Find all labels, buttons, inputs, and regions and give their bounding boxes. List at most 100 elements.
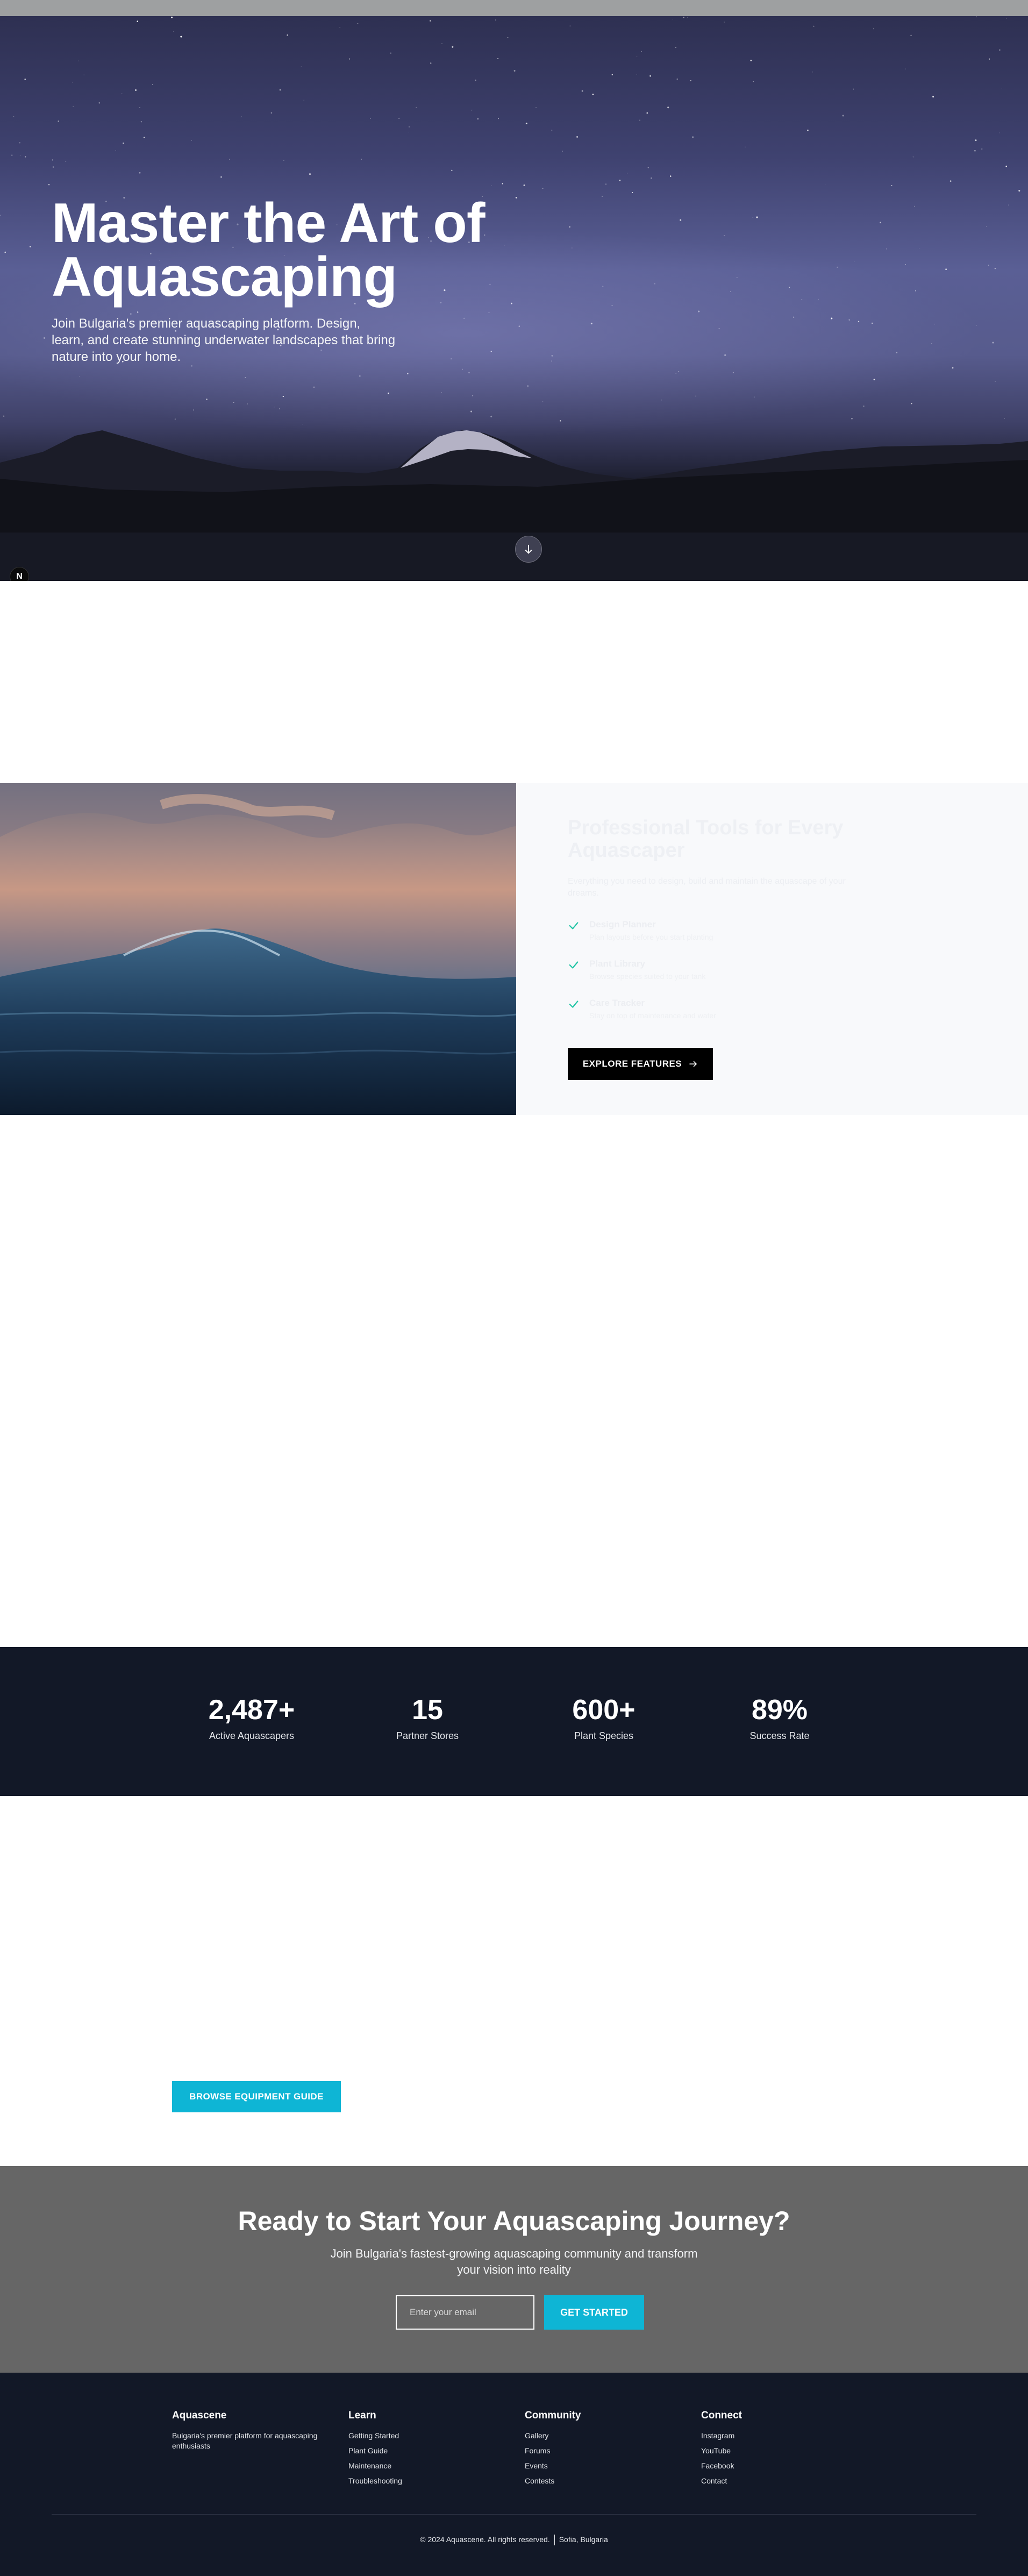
hero-title-line-1: Master the Art of [52, 192, 485, 254]
stat-value: 600+ [572, 1694, 636, 1726]
star [690, 80, 691, 82]
stat-active-aquascapers: 2,487+ Active Aquascapers [182, 1694, 322, 1743]
star [475, 80, 476, 81]
footer-divider [52, 2514, 976, 2515]
star [24, 79, 26, 80]
hero-title-line-2: Aquascaping [52, 246, 397, 308]
stat-partner-stores: 15 Partner Stores [358, 1694, 497, 1743]
star [0, 215, 1, 216]
star [513, 70, 516, 72]
browse-equipment-guide-button[interactable]: BROWSE EQUIPMENT GUIDE [172, 2081, 341, 2112]
features-panel: Professional Tools for Every Aquascaper … [516, 783, 1028, 1115]
footer-link[interactable]: Instagram [701, 2431, 862, 2441]
feature-item: Care Tracker Stay on top of maintenance … [568, 997, 847, 1026]
footer-column-community: Community Gallery Forums Events Contests [525, 2409, 686, 2491]
star [647, 167, 649, 168]
stat-value: 2,487+ [208, 1694, 295, 1726]
star [998, 49, 1001, 51]
star [1005, 165, 1007, 167]
footer-link[interactable]: Forums [525, 2446, 686, 2456]
star [853, 88, 854, 90]
stat-plant-species: 600+ Plant Species [534, 1694, 674, 1743]
footer-link[interactable]: Contact [701, 2476, 862, 2486]
star [52, 159, 53, 161]
stat-label: Partner Stores [396, 1730, 459, 1741]
footer-link[interactable]: YouTube [701, 2446, 862, 2456]
star [137, 20, 138, 22]
star [632, 191, 633, 193]
cta-section: Ready to Start Your Aquascaping Journey?… [0, 2166, 1028, 2373]
star [676, 78, 678, 80]
star [651, 177, 652, 179]
star [910, 34, 912, 36]
star [813, 25, 815, 27]
footer-link[interactable]: Plant Guide [348, 2446, 510, 2456]
star [569, 25, 571, 27]
star [807, 129, 809, 131]
footer-link[interactable]: Troubleshooting [348, 2476, 510, 2486]
star [842, 115, 844, 117]
star [646, 112, 648, 114]
star [639, 119, 640, 121]
footer-link[interactable]: Facebook [701, 2461, 862, 2471]
star [451, 169, 453, 171]
stat-label: Active Aquascapers [209, 1730, 295, 1741]
explore-features-button[interactable]: EXPLORE FEATURES [568, 1048, 713, 1080]
star [98, 102, 101, 104]
star [430, 62, 432, 64]
hero-title: Master the Art of Aquascaping [52, 195, 589, 305]
footer: Aquascene Bulgaria's premier platform fo… [0, 2373, 1028, 2576]
top-strip [0, 0, 1028, 16]
features-title: Professional Tools for Every Aquascaper [568, 817, 844, 862]
star [430, 20, 431, 22]
star [975, 139, 977, 141]
stat-success-rate: 89% Success Rate [710, 1694, 849, 1743]
features-description: Everything you need to design, build and… [568, 877, 846, 898]
feature-item: Design Planner Plan layouts before you s… [568, 919, 847, 948]
feature-item-label: Care Tracker [589, 998, 645, 1008]
stat-label: Plant Species [574, 1730, 634, 1741]
check-icon [569, 1000, 579, 1008]
star [932, 96, 934, 98]
star [11, 154, 13, 156]
hero-section: Master the Art of Aquascaping Join Bulga… [0, 16, 1028, 581]
star [301, 66, 302, 67]
star [502, 183, 503, 184]
wave-illustration [0, 783, 516, 1115]
star [287, 34, 289, 36]
footer-brand-description: Bulgaria's premier platform for aquascap… [172, 2431, 318, 2450]
stat-value: 15 [412, 1694, 443, 1726]
star [143, 137, 145, 138]
star [309, 173, 311, 175]
footer-link[interactable]: Events [525, 2461, 686, 2471]
features-section: Professional Tools for Every Aquascaper … [0, 783, 1028, 1115]
star [523, 184, 525, 186]
star [173, 31, 174, 32]
star [619, 179, 621, 181]
footer-location: Sofia, Bulgaria [559, 2535, 608, 2544]
star [756, 216, 758, 218]
wave-image [0, 783, 516, 1115]
footer-link[interactable]: Gallery [525, 2431, 686, 2441]
star [121, 93, 123, 95]
star [498, 118, 499, 119]
star [135, 89, 137, 91]
footer-link[interactable]: Contests [525, 2476, 686, 2486]
footer-link[interactable]: Getting Started [348, 2431, 510, 2441]
star [279, 89, 281, 91]
copyright-line: © 2024 Aquascene. All rights reserved. So… [0, 2534, 1028, 2546]
star [13, 116, 15, 117]
email-input[interactable] [396, 2295, 534, 2330]
star [692, 136, 694, 138]
mountain-silhouette [0, 430, 1028, 581]
footer-column-connect: Connect Instagram YouTube Facebook Conta… [701, 2409, 862, 2491]
feature-item: Plant Library Browse species suited to y… [568, 958, 847, 987]
star [950, 180, 952, 182]
star [240, 116, 242, 118]
star [140, 121, 142, 123]
star [52, 166, 54, 168]
scroll-down-button[interactable] [515, 536, 542, 563]
star [981, 148, 983, 150]
get-started-button[interactable]: GET STARTED [544, 2295, 644, 2330]
footer-link[interactable]: Maintenance [348, 2461, 510, 2471]
